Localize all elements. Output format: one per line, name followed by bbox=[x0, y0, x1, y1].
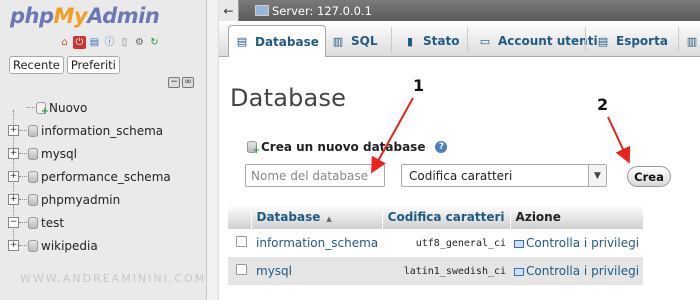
phpmyadmin-page: phpMyAdmin ⌂ ⏻ ▤ ⓘ ▯ ⚙ ↻ Recente Preferi… bbox=[0, 0, 700, 300]
annotation-arrows bbox=[371, 97, 631, 174]
annotation-arrow-2 bbox=[607, 116, 631, 164]
watermark: WWW.ANDREAMININI.COM bbox=[20, 272, 207, 285]
annotation-arrow-1 bbox=[371, 97, 414, 174]
